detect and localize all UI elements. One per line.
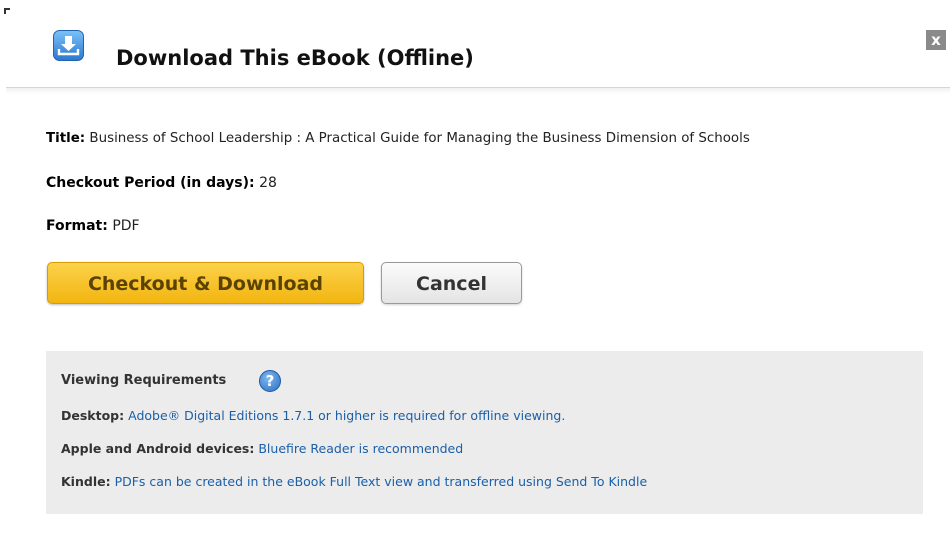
cancel-button[interactable]: Cancel	[381, 262, 522, 304]
checkout-period-value: 28	[259, 175, 277, 191]
download-icon	[53, 30, 84, 61]
apple-android-requirement: Apple and Android devices: Bluefire Read…	[61, 441, 463, 456]
viewing-requirements-panel: Viewing Requirements ? Desktop: Adobe® D…	[46, 351, 923, 514]
kindle-label: Kindle:	[61, 474, 111, 489]
dialog-title: Download This eBook (Offline)	[116, 46, 474, 70]
title-label: Title:	[46, 131, 86, 146]
download-dialog: Download This eBook (Offline) x Title: B…	[0, 0, 950, 548]
format-value: PDF	[112, 218, 140, 234]
apple-android-label: Apple and Android devices:	[61, 441, 255, 456]
format-row: Format: PDF	[46, 218, 140, 234]
close-button[interactable]: x	[926, 30, 946, 50]
desktop-label: Desktop:	[61, 408, 125, 423]
dialog-header: Download This eBook (Offline) x	[0, 0, 950, 88]
checkout-download-button[interactable]: Checkout & Download	[47, 262, 364, 304]
question-icon[interactable]: ?	[259, 370, 281, 392]
viewing-requirements-heading: Viewing Requirements	[61, 373, 227, 388]
header-shadow	[6, 88, 950, 94]
title-value: Business of School Leadership : A Practi…	[89, 131, 750, 146]
title-row: Title: Business of School Leadership : A…	[46, 131, 750, 146]
format-label: Format:	[46, 218, 108, 234]
checkout-period-row: Checkout Period (in days): 28	[46, 175, 277, 191]
checkout-period-label: Checkout Period (in days):	[46, 175, 255, 191]
adobe-digital-editions-link[interactable]: Adobe® Digital Editions 1.7.1 or higher …	[128, 408, 565, 423]
kindle-requirement: Kindle: PDFs can be created in the eBook…	[61, 474, 647, 489]
send-to-kindle-link[interactable]: PDFs can be created in the eBook Full Te…	[115, 474, 648, 489]
desktop-requirement: Desktop: Adobe® Digital Editions 1.7.1 o…	[61, 408, 565, 423]
bluefire-reader-link[interactable]: Bluefire Reader is recommended	[258, 441, 463, 456]
